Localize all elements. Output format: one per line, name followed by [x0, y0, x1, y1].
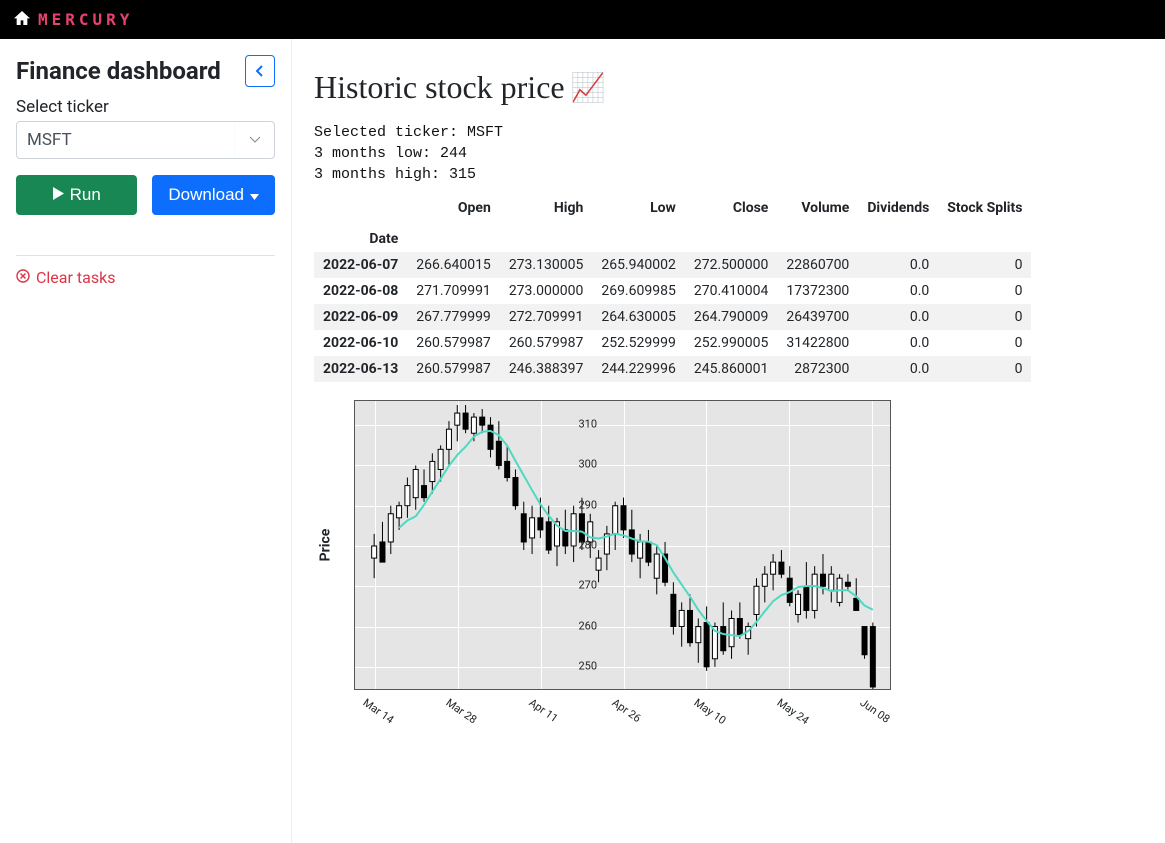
caret-down-icon	[250, 185, 259, 205]
run-button[interactable]: Run	[16, 175, 137, 215]
play-icon	[53, 185, 64, 205]
table-row: 2022-06-10260.579987260.579987252.529999…	[314, 330, 1031, 356]
sidebar-title: Finance dashboard	[16, 57, 221, 85]
download-button[interactable]: Download	[152, 175, 275, 215]
main-content: Historic stock price 📈 Selected ticker: …	[292, 39, 1165, 843]
ticker-select-value: MSFT	[27, 130, 72, 150]
ticker-label: Select ticker	[16, 97, 275, 117]
chart-icon: 📈	[571, 71, 606, 105]
table-row: 2022-06-07266.640015273.130005265.940002…	[314, 252, 1031, 278]
collapse-sidebar-button[interactable]	[245, 55, 275, 87]
clear-tasks-link[interactable]: Clear tasks	[16, 268, 275, 287]
candlestick-chart: Price 250260270280290300310Mar 14Mar 28A…	[354, 400, 1140, 690]
page-title: Historic stock price 📈	[314, 69, 1140, 106]
info-block: Selected ticker: MSFT 3 months low: 244 …	[314, 122, 1140, 185]
topbar: MERCURY	[0, 0, 1165, 39]
sidebar: Finance dashboard Select ticker MSFT Run…	[0, 39, 292, 843]
home-icon[interactable]	[14, 10, 30, 29]
close-circle-icon	[16, 268, 30, 287]
table-row: 2022-06-09267.779999272.709991264.630005…	[314, 304, 1031, 330]
ticker-select[interactable]: MSFT	[16, 121, 275, 159]
table-row: 2022-06-13260.579987246.388397244.229996…	[314, 356, 1031, 382]
brand: MERCURY	[38, 10, 133, 29]
table-row: 2022-06-08271.709991273.000000269.609985…	[314, 278, 1031, 304]
divider	[16, 255, 275, 256]
chart-ylabel: Price	[317, 529, 333, 562]
price-table: OpenHighLowCloseVolumeDividendsStock Spl…	[314, 195, 1140, 382]
chevron-down-icon	[234, 122, 274, 158]
